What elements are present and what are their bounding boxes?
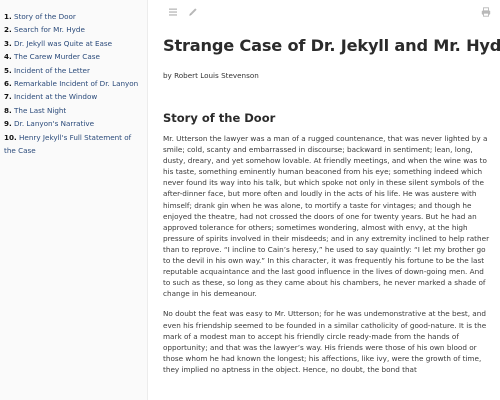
toc-item-2[interactable]: 2. Search for Mr. Hyde [4, 23, 147, 36]
toc-item-9[interactable]: 9. Dr. Lanyon's Narrative [4, 117, 147, 130]
menu-icon[interactable] [167, 6, 179, 18]
toc-item-3[interactable]: 3. Dr. Jekyll was Quite at Ease [4, 37, 147, 50]
toc-item-1[interactable]: 1. Story of the Door [4, 10, 147, 23]
chapter-title: Story of the Door [163, 111, 276, 125]
toc-item-number: 5. [4, 65, 12, 75]
chapter-paragraph: Mr. Utterson the lawyer was a man of a r… [163, 134, 490, 299]
toc-list: 1. Story of the Door 2. Search for Mr. H… [4, 10, 147, 157]
print-icon[interactable] [480, 6, 492, 18]
pencil-icon[interactable] [187, 6, 199, 18]
toc-item-number: 6. [4, 79, 12, 89]
toc-item-number: 8. [4, 105, 12, 115]
toc-item-label: Story of the Door [14, 12, 76, 21]
toc-item-number: 1. [4, 12, 12, 21]
toc-item-number: 9. [4, 119, 12, 129]
toc-sidebar: 1. Story of the Door 2. Search for Mr. H… [0, 0, 148, 400]
toc-item-number: 2. [4, 25, 12, 35]
reading-pane: Strange Case of Dr. Jekyll and Mr. Hyde … [163, 36, 500, 375]
toc-item-6[interactable]: 6. Remarkable Incident of Dr. Lanyon [4, 77, 147, 90]
toc-item-label: The Carew Murder Case [14, 52, 100, 62]
toc-item-label: Dr. Lanyon's Narrative [14, 119, 95, 129]
toc-item-label: Incident of the Letter [14, 65, 90, 75]
toc-item-8[interactable]: 8. The Last Night [4, 104, 147, 117]
chapter-paragraph: No doubt the feat was easy to Mr. Utters… [163, 309, 487, 374]
toc-item-label: Remarkable Incident of Dr. Lanyon [14, 79, 139, 89]
toc-item-number: 4. [4, 52, 12, 62]
toc-item-label: Dr. Jekyll was Quite at Ease [14, 38, 113, 48]
toc-item-10[interactable]: 10. Henry Jekyll's Full Statement of the… [4, 131, 147, 158]
toc-item-7[interactable]: 7. Incident at the Window [4, 90, 147, 103]
book-author: by Robert Louis Stevenson [163, 71, 259, 80]
toc-item-label: Incident at the Window [14, 92, 98, 102]
toc-item-label: Search for Mr. Hyde [14, 25, 85, 35]
toc-item-number: 3. [4, 38, 12, 48]
toc-item-number: 10. [4, 132, 17, 142]
toc-item-5[interactable]: 5. Incident of the Letter [4, 64, 147, 77]
toc-item-4[interactable]: 4. The Carew Murder Case [4, 50, 147, 63]
toc-item-label: The Last Night [14, 105, 67, 115]
toc-item-number: 7. [4, 92, 12, 102]
book-title: Strange Case of Dr. Jekyll and Mr. Hyde [163, 36, 500, 55]
toc-item-label: Henry Jekyll's Full Statement of the Cas… [4, 132, 132, 156]
